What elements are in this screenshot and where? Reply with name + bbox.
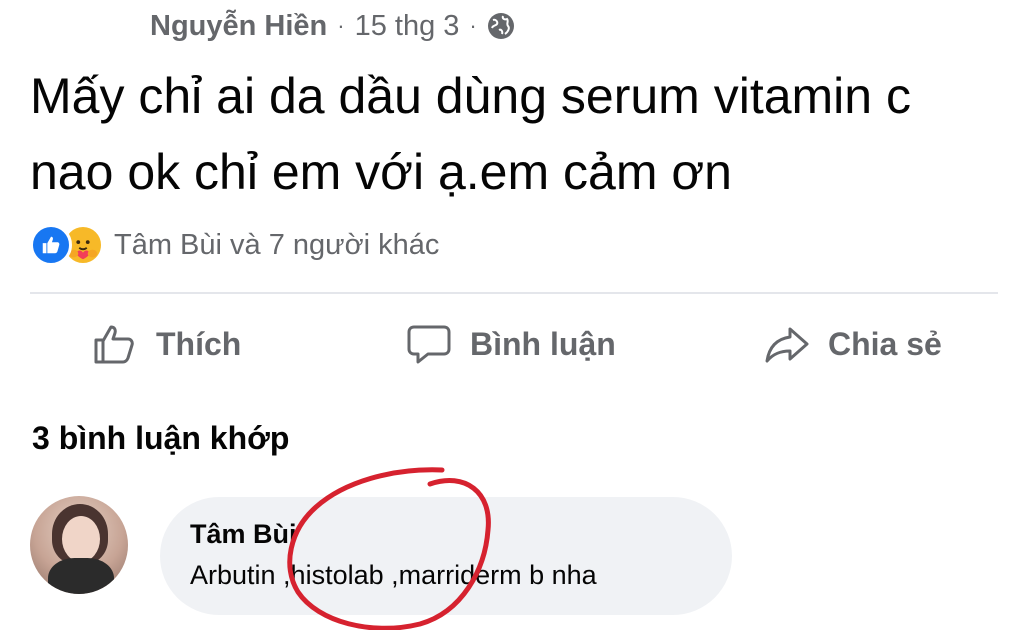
reaction-summary[interactable]: Tâm Bùi và 7 người khác	[30, 222, 439, 268]
share-button[interactable]: Chia sẻ	[764, 312, 942, 376]
share-icon	[764, 321, 810, 367]
meta-separator: ·	[337, 13, 345, 38]
post-meta: Nguyễn Hiền · 15 thg 3 ·	[150, 6, 515, 46]
thumbs-up-icon	[92, 321, 138, 367]
divider	[30, 292, 998, 294]
post-author-name[interactable]: Nguyễn Hiền	[150, 10, 327, 43]
like-reaction-icon	[30, 224, 72, 266]
comment-author-name[interactable]: Tâm Bùi	[190, 515, 702, 553]
comment-button-label: Bình luận	[470, 325, 616, 362]
reaction-summary-text: Tâm Bùi và 7 người khác	[114, 228, 440, 261]
avatar-body	[48, 558, 114, 594]
comment-text: Arbutin ,histolab ,marriderm b nha	[190, 560, 597, 590]
post-date[interactable]: 15 thg 3	[355, 10, 460, 43]
avatar[interactable]	[30, 496, 128, 594]
meta-separator: ·	[469, 13, 477, 38]
comments-heading[interactable]: 3 bình luận khớp	[32, 420, 289, 457]
comment-icon	[406, 321, 452, 367]
like-button-label: Thích	[156, 325, 242, 362]
comment-bubble[interactable]: Tâm Bùi Arbutin ,histolab ,marriderm b n…	[160, 497, 732, 615]
avatar-face	[62, 516, 100, 562]
share-button-label: Chia sẻ	[828, 325, 942, 362]
comment-button[interactable]: Bình luận	[406, 312, 616, 376]
action-bar: Thích Bình luận Chia sẻ	[0, 312, 1024, 376]
like-button[interactable]: Thích	[92, 312, 241, 376]
post-text: Mấy chỉ ai da dầu dùng serum vitamin c n…	[30, 68, 911, 200]
globe-icon	[487, 12, 515, 40]
